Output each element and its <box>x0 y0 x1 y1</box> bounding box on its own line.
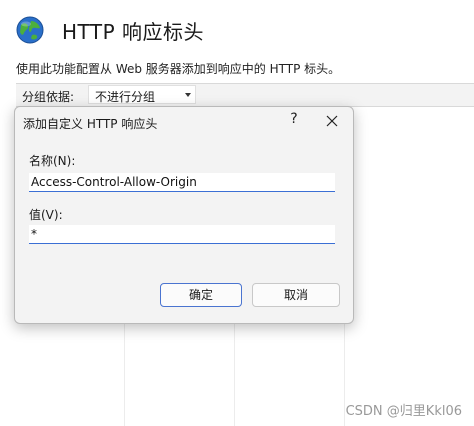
value-label: 值(V): <box>29 208 63 222</box>
page-title: HTTP 响应标头 <box>62 20 205 44</box>
name-field[interactable] <box>29 173 335 192</box>
add-custom-header-dialog: 添加自定义 HTTP 响应头 ? 名称(N): 值(V): 确定 取消 <box>14 106 354 324</box>
grouping-toolbar: 分组依据: 不进行分组 <box>16 83 474 107</box>
group-by-label: 分组依据: <box>22 90 75 104</box>
value-field[interactable] <box>29 225 335 244</box>
cancel-button[interactable]: 取消 <box>252 283 340 307</box>
group-by-value: 不进行分组 <box>95 90 156 104</box>
watermark: CSDN @归里Kkl06 <box>345 404 462 419</box>
close-icon <box>326 115 338 127</box>
chevron-down-icon <box>185 93 191 97</box>
group-by-select[interactable]: 不进行分组 <box>88 85 196 104</box>
dialog-title: 添加自定义 HTTP 响应头 <box>23 117 158 131</box>
ok-button[interactable]: 确定 <box>160 283 242 307</box>
globe-icon <box>16 16 44 44</box>
page-description: 使用此功能配置从 Web 服务器添加到响应中的 HTTP 标头。 <box>16 62 341 76</box>
help-button[interactable]: ? <box>285 111 303 131</box>
name-label: 名称(N): <box>29 154 76 168</box>
close-button[interactable] <box>322 111 342 131</box>
